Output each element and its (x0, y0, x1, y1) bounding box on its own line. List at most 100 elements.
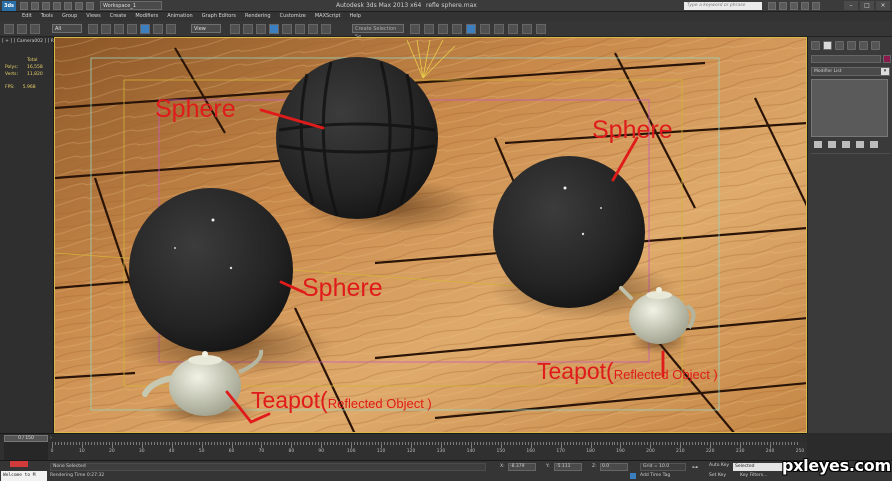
modify-tab-icon[interactable] (823, 41, 832, 50)
coord-z-field[interactable]: 0.0 (600, 463, 628, 471)
edit-named-selection-icon[interactable] (321, 24, 331, 34)
select-manipulate-icon[interactable] (243, 24, 253, 34)
new-file-icon[interactable] (20, 2, 28, 10)
remove-modifier-icon[interactable] (856, 141, 864, 148)
object-name-field[interactable] (811, 55, 881, 63)
menu-customize[interactable]: Customize (280, 12, 306, 21)
render-production-icon[interactable] (536, 24, 546, 34)
unlink-icon[interactable] (17, 24, 27, 34)
key-selection-select[interactable]: Selected (733, 463, 783, 471)
select-move-icon[interactable] (140, 24, 150, 34)
display-tab-icon[interactable] (859, 41, 868, 50)
show-end-result-icon[interactable] (828, 141, 836, 148)
snap-toggle-icon[interactable] (269, 24, 279, 34)
workspace-select[interactable]: Workspace_1 (100, 1, 162, 10)
menu-create[interactable]: Create (110, 12, 127, 21)
stats-verts-value: 11,820 (27, 72, 43, 77)
subscription-icon[interactable] (779, 2, 787, 10)
menu-modifiers[interactable]: Modifiers (135, 12, 158, 21)
object-color-swatch[interactable] (883, 55, 891, 63)
menu-views[interactable]: Views (86, 12, 100, 21)
coord-y-field[interactable]: -5.111 (554, 463, 582, 471)
track-bar[interactable]: 0 10 20 30 40 50 60 70 80 90 100 110 120 130 140 150 160… (0, 442, 807, 460)
time-slider[interactable]: 0 / 150 › (0, 433, 807, 442)
percent-snap-icon[interactable] (295, 24, 305, 34)
schematic-view-icon[interactable] (480, 24, 490, 34)
spinner-snap-icon[interactable] (308, 24, 318, 34)
link-tools (4, 24, 40, 34)
region-select-icon[interactable] (114, 24, 124, 34)
utilities-tab-icon[interactable] (871, 41, 880, 50)
menu-tools[interactable]: Tools (41, 12, 53, 21)
modifier-stack[interactable] (811, 79, 888, 137)
menu-maxscript[interactable]: MAXScript (315, 12, 341, 21)
project-folder-icon[interactable] (75, 2, 83, 10)
maximize-button[interactable]: □ (860, 1, 874, 10)
help-icon[interactable] (812, 2, 820, 10)
select-by-name-icon[interactable] (101, 24, 111, 34)
search-input[interactable]: Type a keyword or phrase (684, 2, 762, 10)
rendered-frame-icon[interactable] (522, 24, 532, 34)
undo-icon[interactable] (53, 2, 61, 10)
mirror-icon[interactable] (410, 24, 420, 34)
hierarchy-tab-icon[interactable] (835, 41, 844, 50)
select-rotate-icon[interactable] (153, 24, 163, 34)
keyboard-shortcut-icon[interactable] (256, 24, 266, 34)
time-tag-icon[interactable] (630, 473, 636, 479)
open-file-icon[interactable] (31, 2, 39, 10)
minimize-button[interactable]: – (844, 1, 858, 10)
curve-editor-icon[interactable] (466, 24, 476, 34)
selection-filter-select[interactable]: All (52, 24, 82, 33)
search-icon[interactable] (768, 2, 776, 10)
menu-group[interactable]: Group (62, 12, 77, 21)
window-crossing-icon[interactable] (127, 24, 137, 34)
close-button[interactable]: × (876, 1, 890, 10)
select-link-icon[interactable] (4, 24, 14, 34)
configure-sets-icon[interactable] (870, 141, 878, 148)
app-logo-icon[interactable]: 3ds (2, 1, 16, 11)
menu-animation[interactable]: Animation (167, 12, 193, 21)
key-filters-button[interactable]: Key Filters... (740, 473, 767, 478)
coord-x-field[interactable]: -8.379 (508, 463, 536, 471)
chevron-down-icon[interactable]: ▾ (881, 68, 889, 75)
maxscript-listener[interactable]: Welcome to M (1, 471, 47, 481)
bind-space-warp-icon[interactable] (30, 24, 40, 34)
set-keys-icon[interactable]: ⊶ (692, 464, 698, 471)
redo-icon[interactable] (64, 2, 72, 10)
align-icon[interactable] (424, 24, 434, 34)
auto-key-button[interactable]: Auto Key (709, 463, 729, 468)
select-object-icon[interactable] (88, 24, 98, 34)
menu-rendering[interactable]: Rendering (245, 12, 271, 21)
modifier-list-select[interactable]: Modifier List ▾ (811, 67, 890, 76)
sphere-left[interactable] (129, 188, 293, 352)
add-time-tag-button[interactable]: Add Time Tag (640, 473, 670, 478)
ruler-minor-tick (273, 442, 275, 445)
communication-icon[interactable] (790, 2, 798, 10)
graphite-ribbon-icon[interactable] (452, 24, 462, 34)
next-frame-arrow-icon[interactable]: › (50, 435, 52, 441)
make-unique-icon[interactable] (842, 141, 850, 148)
set-key-button[interactable]: Set Key (709, 473, 726, 478)
menu-graph-editors[interactable]: Graph Editors (202, 12, 236, 21)
dropdown-arrow-icon[interactable] (86, 2, 94, 10)
sphere-top[interactable] (276, 57, 438, 219)
menu-help[interactable]: Help (350, 12, 361, 21)
ruler-minor-tick (437, 442, 439, 445)
create-tab-icon[interactable] (811, 41, 820, 50)
select-scale-icon[interactable] (166, 24, 176, 34)
layer-manager-icon[interactable] (438, 24, 448, 34)
camera-viewport[interactable]: Sphere Sphere Sphere Teapot(Reflected Ob… (54, 37, 807, 433)
render-setup-icon[interactable] (508, 24, 518, 34)
motion-tab-icon[interactable] (847, 41, 856, 50)
menu-edit[interactable]: Edit (22, 12, 32, 21)
reference-coord-select[interactable]: View (191, 24, 221, 33)
favorites-star-icon[interactable] (801, 2, 809, 10)
pivot-center-icon[interactable] (230, 24, 240, 34)
sphere-right[interactable] (493, 156, 645, 308)
angle-snap-icon[interactable] (282, 24, 292, 34)
material-editor-icon[interactable] (494, 24, 504, 34)
save-file-icon[interactable] (42, 2, 50, 10)
named-selection-select[interactable]: Create Selection Se (352, 24, 404, 40)
time-slider-thumb[interactable]: 0 / 150 (4, 435, 48, 442)
pin-stack-icon[interactable] (814, 141, 822, 148)
